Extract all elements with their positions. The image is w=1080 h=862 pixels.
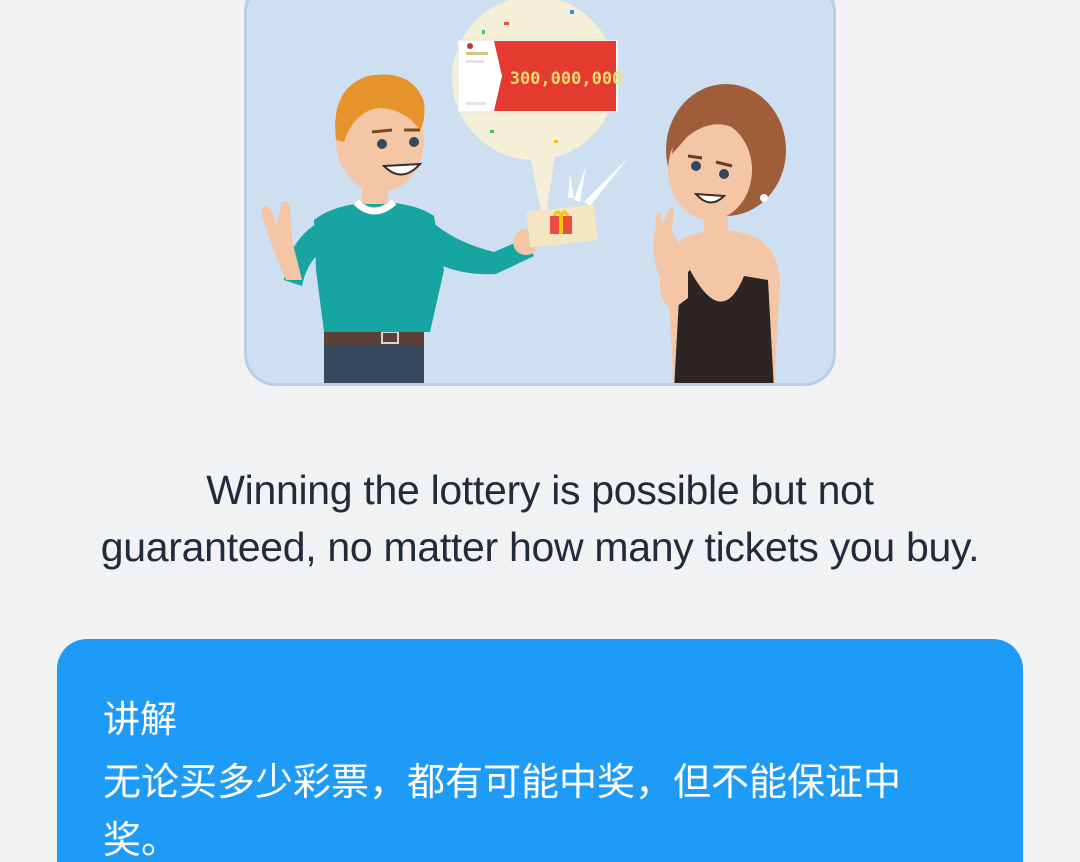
ticket-amount: 300,000,000 bbox=[510, 69, 623, 89]
lottery-illustration: 300,000,000 bbox=[244, 0, 836, 386]
explanation-title: 讲解 bbox=[103, 698, 177, 741]
lottery-ticket: 300,000,000 bbox=[457, 39, 623, 113]
speech-bubble bbox=[452, 0, 616, 226]
lesson-sentence: Winning the lottery is possible but not … bbox=[40, 462, 1040, 576]
sparkle-icon bbox=[568, 158, 628, 206]
gift-icon bbox=[526, 204, 598, 248]
explanation-text: 无论买多少彩票，都有可能中奖，但不能保证中奖。 bbox=[103, 760, 902, 862]
sentence-line-2: guaranteed, no matter how many tickets y… bbox=[100, 524, 980, 570]
woman-figure bbox=[653, 84, 786, 383]
sentence-line-1: Winning the lottery is possible but not bbox=[206, 467, 874, 513]
explanation-card: 讲解 无论买多少彩票，都有可能中奖，但不能保证中奖。 bbox=[57, 639, 1023, 862]
lesson-page: 300,000,000 Winning the lottery is possi… bbox=[0, 0, 1080, 862]
